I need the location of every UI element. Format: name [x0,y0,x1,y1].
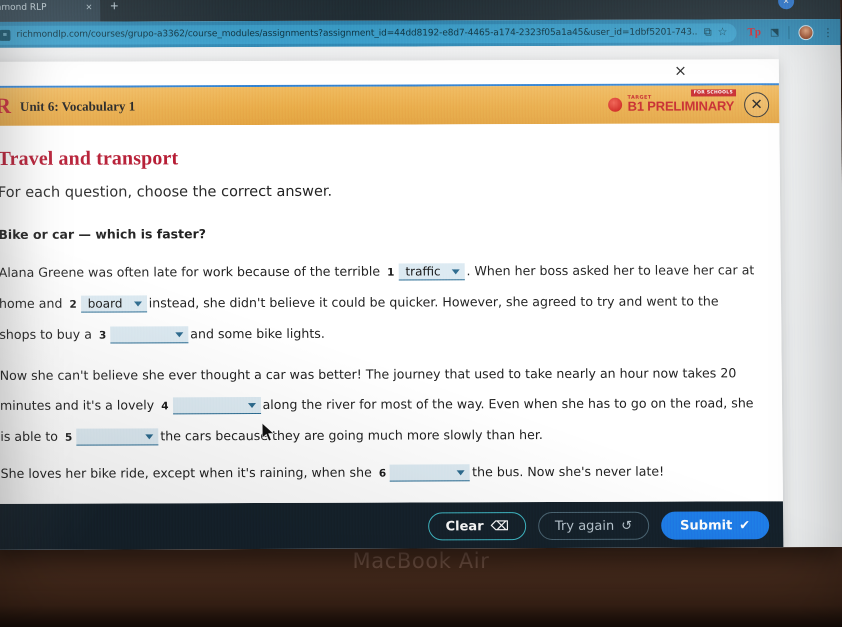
browser-window: ichmond RLP × + × ≡ richmondlp.com/cours… [0,0,842,550]
text-segment: Alana Greene was often late for work bec… [0,263,381,280]
cloze-paragraph-2: Now she can't believe she ever thought a… [0,358,758,453]
gap-number-6: 6 [378,467,387,480]
chevron-down-icon [457,469,466,475]
activity-modal: × R Unit 6: Vocabulary 1 TARGET B1 PRELI… [0,59,784,550]
chevron-down-icon [451,268,460,274]
close-icon[interactable]: × [86,1,93,13]
gap-dropdown-6[interactable] [390,464,471,482]
site-info-icon[interactable]: ≡ [0,29,11,41]
toolbar-icons: Tp ⬔ ⋮ [743,24,833,40]
gap-dropdown-2[interactable]: board [80,295,147,313]
close-button[interactable]: ✕ [744,91,770,117]
share-icon[interactable]: ⧉ [704,26,712,38]
question-prompt: Bike or car — which is faster? [0,226,207,242]
text-segment: the cars because they are going much mor… [160,427,543,444]
browser-toolbar: ≡ richmondlp.com/courses/grupo-a3362/cou… [0,19,841,48]
browser-tab-title: ichmond RLP [0,2,47,13]
clear-button[interactable]: Clear ⌫ [428,512,527,541]
photo-of-laptop-screen: MacBook Air ichmond RLP × + × ≡ richmond… [0,0,842,627]
modal-top-bar: × [0,59,779,88]
window-close-icon[interactable]: × [778,0,795,10]
check-icon: ✔ [739,517,751,533]
modal-header: R Unit 6: Vocabulary 1 TARGET B1 PRELIMI… [0,85,780,126]
try-again-button-label: Try again [554,518,615,534]
bookmark-star-icon[interactable]: ☆ [718,26,728,38]
unit-title: Unit 6: Vocabulary 1 [19,98,136,114]
gap-number-4: 4 [161,400,169,413]
page-content: × R Unit 6: Vocabulary 1 TARGET B1 PRELI… [0,45,842,550]
browser-tab[interactable]: ichmond RLP × [0,0,101,23]
deck-shadow [0,605,842,627]
macbook-air-label: MacBook Air [352,549,490,573]
exercise-action-bar: Clear ⌫ Try again ↺ Submit ✔ [0,501,784,550]
gap-number-3: 3 [98,329,107,342]
page-right-gutter [778,45,842,548]
gap-value-2: board [87,296,123,311]
clear-button-label: Clear [445,518,484,534]
gap-dropdown-1[interactable]: traffic [398,263,465,281]
submit-button[interactable]: Submit ✔ [660,511,770,540]
laptop-deck: MacBook Air [0,537,842,627]
new-tab-icon[interactable]: + [110,0,118,14]
gap-value-1: traffic [405,264,441,279]
site-info-glyph: ≡ [2,31,8,39]
toolbar-divider [788,25,790,39]
gap-dropdown-4[interactable] [172,397,261,415]
cambridge-seal-icon [608,97,623,112]
gap-number-5: 5 [64,431,73,444]
avatar[interactable] [798,24,814,40]
exercise-body: Travel and transport For each question, … [0,123,783,504]
exam-for-schools-label: FOR SCHOOLS [690,89,737,97]
refresh-icon: ↺ [621,518,633,534]
browser-menu-icon[interactable]: ⋮ [822,26,832,39]
richmond-logo-icon: R [0,92,12,118]
eraser-icon: ⌫ [490,518,510,534]
text-segment: the bus. Now she's never late! [472,463,665,480]
text-segment: She loves her bike ride, except when it'… [0,464,372,481]
modal-header-right: TARGET B1 PRELIMINARY FOR SCHOOLS ✕ [608,89,770,118]
exercise-title: Travel and transport [0,147,179,170]
chevron-down-icon [175,331,184,337]
gap-number-2: 2 [69,298,77,311]
text-segment: and some bike lights. [190,325,325,342]
exam-badge: TARGET B1 PRELIMINARY FOR SCHOOLS [608,89,737,114]
gap-number-1: 1 [387,266,395,279]
chevron-down-icon [133,300,142,306]
cloze-paragraph-3: She loves her bike ride, except when it'… [1,456,759,490]
extension-tp-icon[interactable]: Tp [747,26,761,38]
try-again-button[interactable]: Try again ↺ [537,511,650,541]
gap-dropdown-5[interactable] [76,428,159,446]
exam-level-label: B1 PRELIMINARY [627,98,735,114]
url-text: richmondlp.com/courses/grupo-a3362/cours… [16,27,698,40]
exercise-instruction: For each question, choose the correct an… [0,183,333,201]
laptop-screen: ichmond RLP × + × ≡ richmondlp.com/cours… [0,0,842,550]
address-bar[interactable]: ≡ richmondlp.com/courses/grupo-a3362/cou… [0,22,737,45]
gap-dropdown-3[interactable] [110,326,189,344]
cloze-paragraph-1: Alana Greene was often late for work bec… [0,255,757,351]
exam-badge-text: TARGET B1 PRELIMINARY [627,95,735,114]
submit-button-label: Submit [680,517,733,534]
chevron-down-icon [145,433,154,439]
chevron-down-icon [247,402,256,408]
modal-dismiss-icon[interactable]: × [674,62,687,80]
extensions-puzzle-icon[interactable]: ⬔ [770,27,780,38]
